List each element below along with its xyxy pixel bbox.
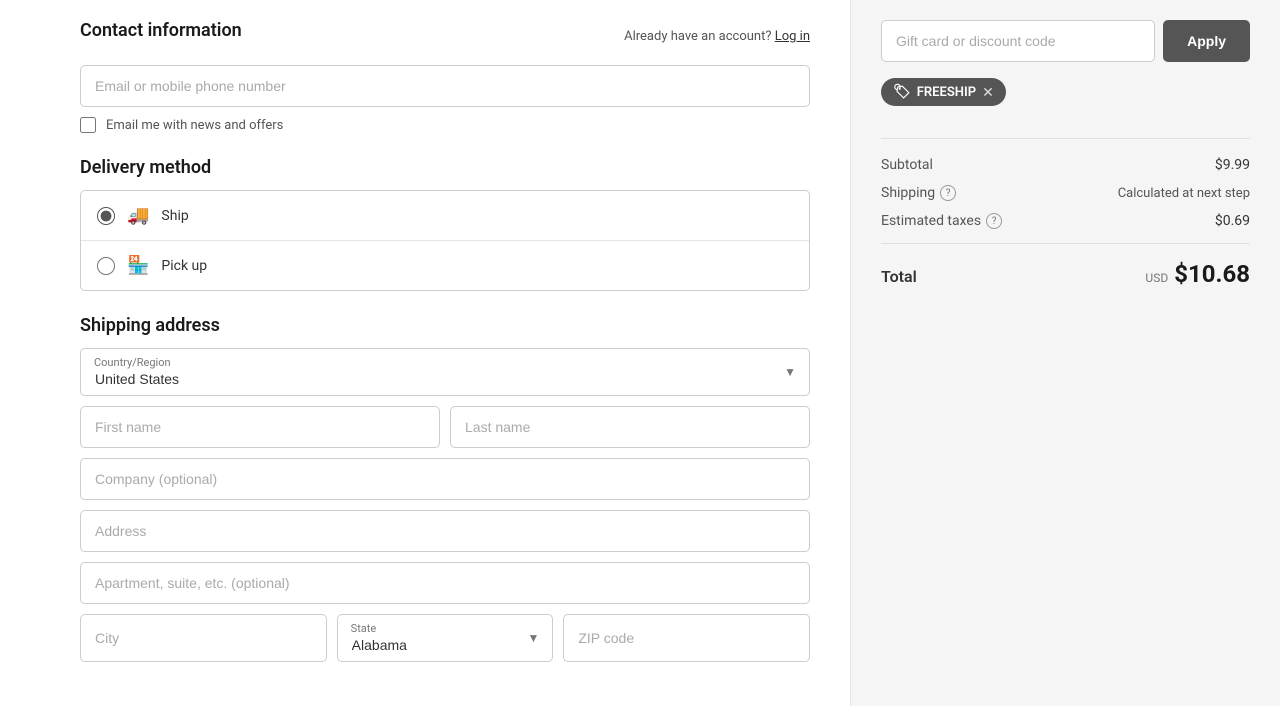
ship-label: Ship <box>161 208 188 224</box>
taxes-label: Estimated taxes ? <box>881 213 1002 229</box>
discount-row: Apply <box>881 20 1250 62</box>
contact-title: Contact information <box>80 20 242 41</box>
zip-input[interactable] <box>563 614 810 662</box>
tag-icon: 🏷 <box>893 84 911 100</box>
total-currency: USD <box>1145 271 1168 285</box>
country-select[interactable]: United States <box>80 348 810 396</box>
shipping-label: Shipping ? <box>881 185 956 201</box>
delivery-option-ship[interactable]: 🚚 Ship <box>81 191 809 241</box>
city-input[interactable] <box>80 614 327 662</box>
state-select[interactable]: Alabama <box>337 614 554 662</box>
already-account-text: Already have an account? Log in <box>624 29 810 44</box>
divider-1 <box>881 138 1250 139</box>
apply-button[interactable]: Apply <box>1163 20 1250 62</box>
remove-coupon-button[interactable]: ✕ <box>982 85 994 99</box>
apt-input[interactable] <box>80 562 810 604</box>
log-in-link[interactable]: Log in <box>775 29 810 44</box>
pickup-label: Pick up <box>161 258 207 274</box>
shipping-help-icon[interactable]: ? <box>940 185 956 201</box>
company-input[interactable] <box>80 458 810 500</box>
subtotal-label: Subtotal <box>881 157 933 173</box>
ship-radio[interactable] <box>97 207 115 225</box>
total-label: Total <box>881 267 917 286</box>
taxes-row: Estimated taxes ? $0.69 <box>881 207 1250 235</box>
coupon-tag: 🏷 FREESHIP ✕ <box>881 78 1006 106</box>
subtotal-value: $9.99 <box>1215 157 1250 173</box>
truck-icon: 🚚 <box>127 205 149 226</box>
taxes-help-icon[interactable]: ? <box>986 213 1002 229</box>
total-amount: $10.68 <box>1174 260 1250 288</box>
newsletter-label: Email me with news and offers <box>106 118 283 133</box>
delivery-options: 🚚 Ship 🏪 Pick up <box>80 190 810 291</box>
shipping-value: Calculated at next step <box>1118 186 1250 201</box>
first-name-input[interactable] <box>80 406 440 448</box>
total-row: Total USD $10.68 <box>881 243 1250 296</box>
delivery-title: Delivery method <box>80 157 810 178</box>
coupon-code: FREESHIP <box>917 85 976 100</box>
discount-input[interactable] <box>881 20 1155 62</box>
store-icon: 🏪 <box>127 255 149 276</box>
delivery-option-pickup[interactable]: 🏪 Pick up <box>81 241 809 290</box>
subtotal-row: Subtotal $9.99 <box>881 151 1250 179</box>
taxes-value: $0.69 <box>1215 213 1250 229</box>
email-phone-input[interactable] <box>80 65 810 107</box>
shipping-title: Shipping address <box>80 315 810 336</box>
total-value-group: USD $10.68 <box>1145 260 1250 288</box>
shipping-row: Shipping ? Calculated at next step <box>881 179 1250 207</box>
address-input[interactable] <box>80 510 810 552</box>
newsletter-checkbox[interactable] <box>80 117 96 133</box>
last-name-input[interactable] <box>450 406 810 448</box>
pickup-radio[interactable] <box>97 257 115 275</box>
